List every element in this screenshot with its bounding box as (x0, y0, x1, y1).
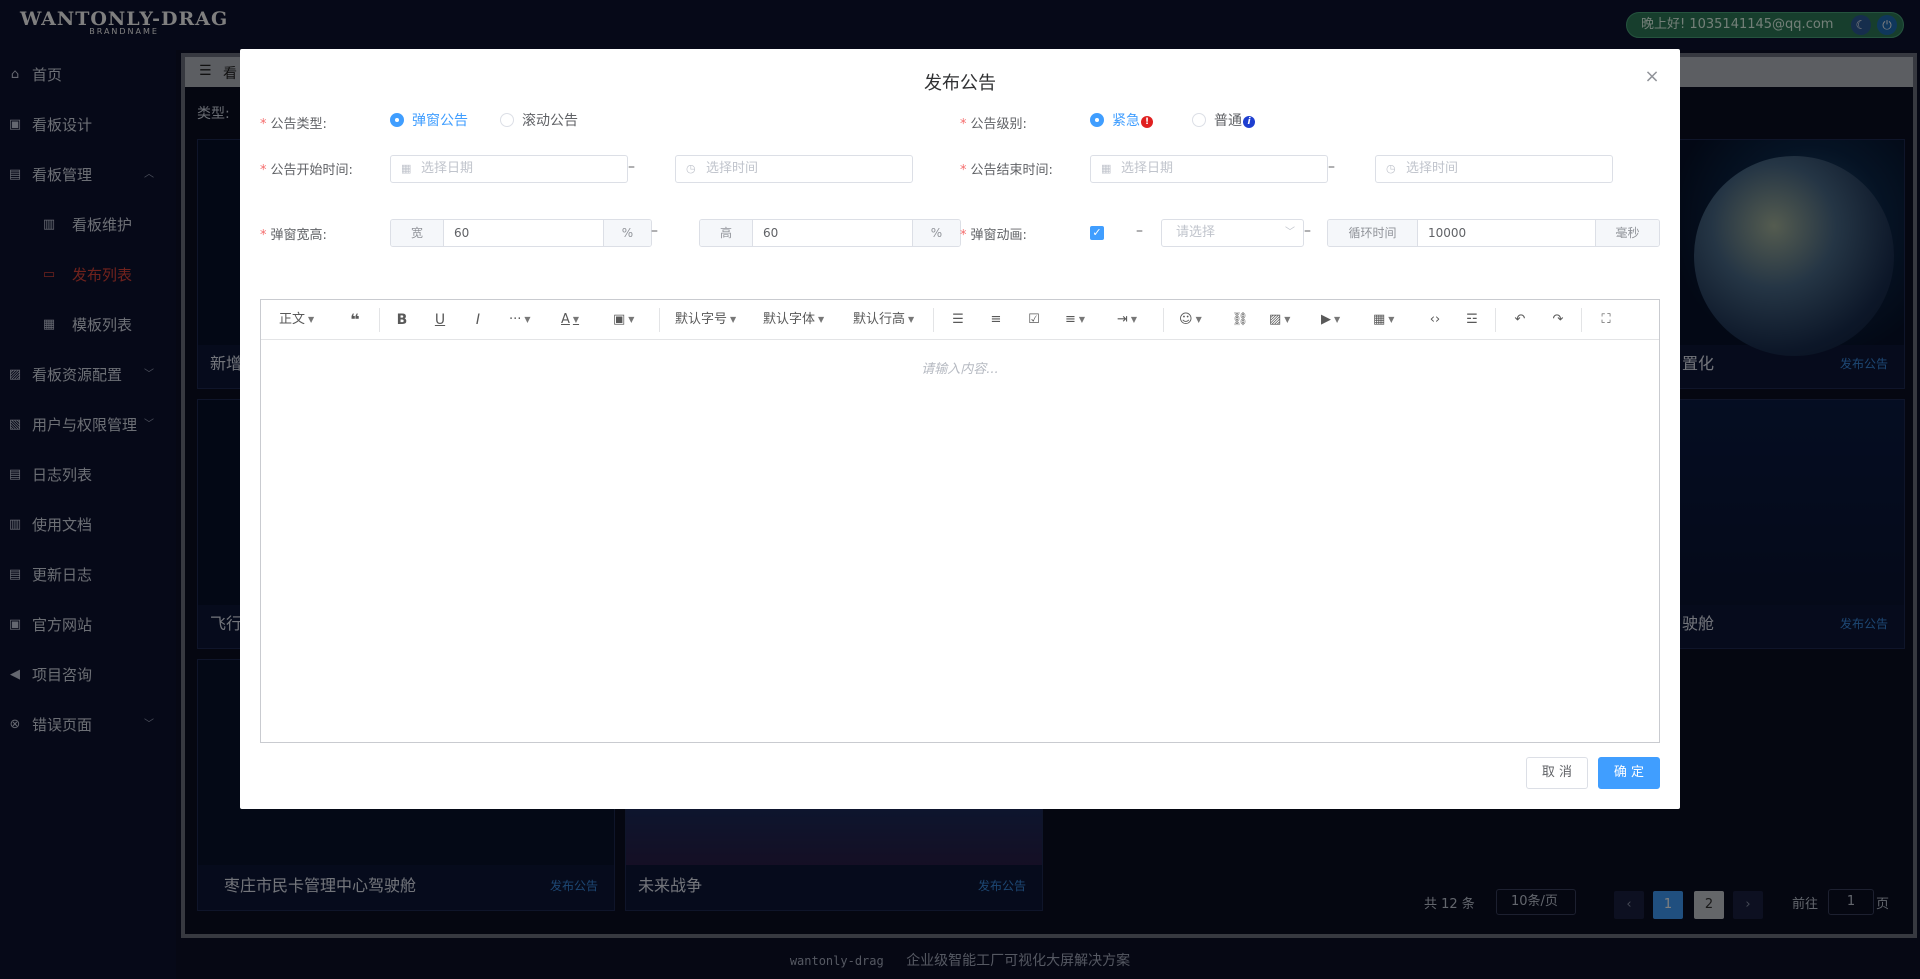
toolbar-divider (1581, 308, 1582, 332)
width-suffix: % (603, 220, 651, 246)
loop-time-input-group[interactable]: 循环时间 10000 毫秒 (1327, 219, 1660, 247)
fullscreen-icon[interactable]: ⛶ (1597, 300, 1615, 340)
radio-normal[interactable]: 普通 i (1192, 111, 1255, 131)
toolbar-divider (1495, 308, 1496, 332)
range-dash: – (628, 159, 635, 175)
chevron-down-icon: ﹀ (1285, 227, 1295, 238)
calendar-icon: ▦ (1101, 162, 1112, 175)
level-field-label: * 公告级别: (960, 117, 1027, 132)
confirm-button[interactable]: 确 定 (1598, 757, 1660, 789)
radio-dot (390, 113, 404, 127)
divider-icon[interactable]: ☲ (1463, 300, 1481, 340)
loop-time-suffix: 毫秒 (1595, 220, 1659, 246)
rich-text-editor[interactable]: 正文 ▼ ❝ B U I ··· ▼ A ▼ ▣ ▼ 默认字号 ▼ 默认字体 ▼ 默认行高 ▼… (260, 299, 1660, 743)
more-icon[interactable]: ··· ▼ (509, 300, 531, 340)
radio-popup[interactable]: 弹窗公告 (390, 111, 468, 131)
editor-placeholder: 请输入内容... (921, 362, 999, 377)
image-icon[interactable]: ▨ ▼ (1269, 300, 1290, 340)
range-dash: – (1328, 159, 1335, 175)
radio-dot (1090, 113, 1104, 127)
close-icon[interactable]: × (1642, 67, 1662, 87)
height-input-group[interactable]: 高 60 % (699, 219, 961, 247)
numbered-list-icon[interactable]: ≡ (987, 300, 1005, 340)
font-size-dropdown[interactable]: 默认字号 ▼ (675, 300, 736, 340)
start-date-picker[interactable]: ▦ 选择日期 (390, 155, 628, 183)
width-prefix: 宽 (391, 220, 444, 246)
height-input[interactable]: 60 (753, 220, 912, 246)
quote-icon[interactable]: ❝ (345, 300, 365, 340)
radio-scroll[interactable]: 滚动公告 (500, 111, 578, 131)
urgent-badge-icon: ! (1141, 116, 1153, 128)
toolbar-divider (379, 308, 380, 332)
underline-icon[interactable]: U (431, 300, 449, 340)
size-field-label: * 弹窗宽高: (260, 228, 327, 243)
end-date-picker[interactable]: ▦ 选择日期 (1090, 155, 1328, 183)
radio-dot (500, 113, 514, 127)
anim-dash: – (1136, 223, 1143, 239)
undo-icon[interactable]: ↶ (1511, 300, 1529, 340)
redo-icon[interactable]: ↷ (1549, 300, 1567, 340)
paragraph-dropdown[interactable]: 正文 ▼ (279, 300, 314, 340)
link-icon[interactable]: ⛓ (1231, 300, 1249, 340)
italic-icon[interactable]: I (469, 300, 487, 340)
anim-checkbox[interactable]: ✓ (1090, 226, 1104, 240)
radio-dot (1192, 113, 1206, 127)
font-family-dropdown[interactable]: 默认字体 ▼ (763, 300, 824, 340)
indent-icon[interactable]: ⇥ ▼ (1117, 300, 1137, 340)
width-input[interactable]: 60 (444, 220, 603, 246)
end-time-label: * 公告结束时间: (960, 163, 1053, 178)
table-icon[interactable]: ▦ ▼ (1373, 300, 1394, 340)
anim-dash: – (1304, 223, 1311, 239)
height-prefix: 高 (700, 220, 753, 246)
bullet-list-icon[interactable]: ☰ (949, 300, 967, 340)
bg-color-icon[interactable]: ▣ ▼ (613, 300, 634, 340)
radio-urgent[interactable]: 紧急! (1090, 111, 1153, 131)
info-badge-icon: i (1243, 116, 1255, 128)
end-time-picker[interactable]: ◷ 选择时间 (1375, 155, 1613, 183)
size-dash: – (651, 223, 658, 239)
font-color-icon[interactable]: A ▼ (561, 300, 579, 340)
toolbar-divider (1163, 308, 1164, 332)
bold-icon[interactable]: B (393, 300, 411, 340)
clock-icon: ◷ (1386, 162, 1396, 175)
type-field-label: * 公告类型: (260, 117, 327, 132)
video-icon[interactable]: ▶ ▼ (1321, 300, 1340, 340)
toolbar-divider (933, 308, 934, 332)
editor-toolbar: 正文 ▼ ❝ B U I ··· ▼ A ▼ ▣ ▼ 默认字号 ▼ 默认字体 ▼ 默认行高 ▼… (261, 300, 1659, 340)
loop-time-input[interactable]: 10000 (1418, 220, 1595, 246)
todo-icon[interactable]: ☑ (1025, 300, 1043, 340)
anim-select[interactable]: 请选择 ﹀ (1161, 219, 1304, 247)
calendar-icon: ▦ (401, 162, 412, 175)
loop-time-prefix: 循环时间 (1328, 220, 1418, 246)
width-input-group[interactable]: 宽 60 % (390, 219, 652, 247)
align-icon[interactable]: ≡ ▼ (1065, 300, 1085, 340)
anim-field-label: * 弹窗动画: (960, 228, 1027, 243)
emoji-icon[interactable]: ☺ ▼ (1179, 300, 1202, 340)
dialog-title: 发布公告 (924, 73, 996, 94)
start-time-label: * 公告开始时间: (260, 163, 353, 178)
toolbar-divider (659, 308, 660, 332)
publish-announcement-dialog: 发布公告 × * 公告类型: 弹窗公告 滚动公告 * 公告级别: 紧急! 普通 i *… (240, 49, 1680, 809)
code-icon[interactable]: ‹› (1425, 300, 1445, 340)
clock-icon: ◷ (686, 162, 696, 175)
height-suffix: % (912, 220, 960, 246)
line-height-dropdown[interactable]: 默认行高 ▼ (853, 300, 914, 340)
start-time-picker[interactable]: ◷ 选择时间 (675, 155, 913, 183)
cancel-button[interactable]: 取 消 (1526, 757, 1588, 789)
